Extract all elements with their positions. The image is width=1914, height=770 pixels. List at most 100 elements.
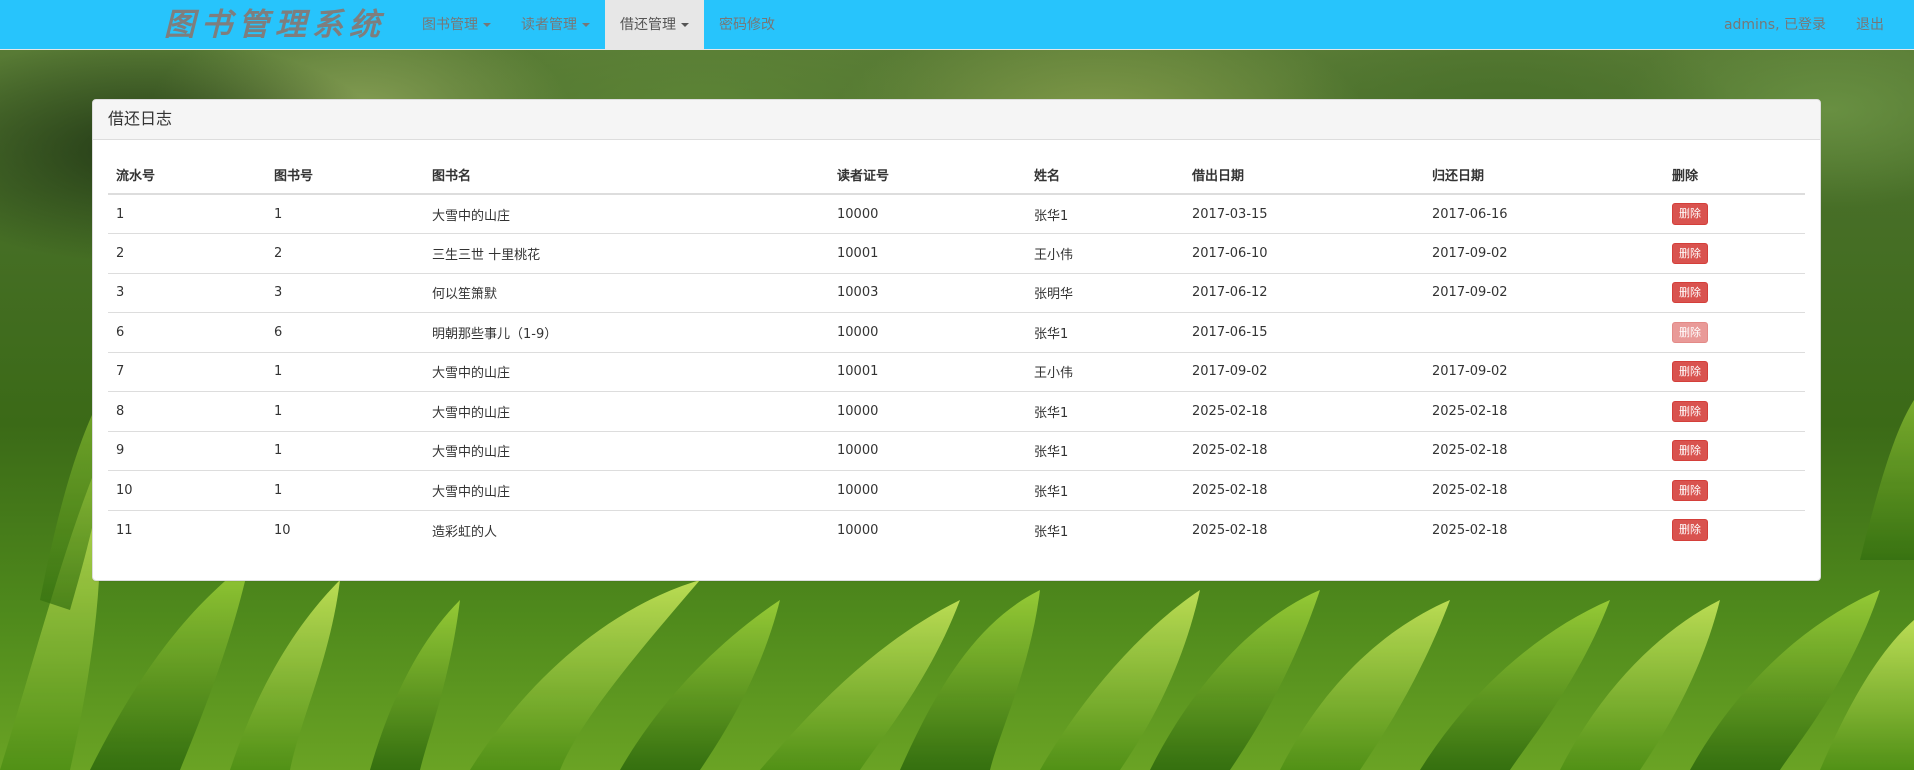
- book-name-cell: 明朝那些事儿（1-9）: [424, 312, 829, 353]
- delete-button[interactable]: 删除: [1672, 242, 1708, 264]
- serial-cell: 3: [108, 273, 266, 313]
- logout-link[interactable]: 退出: [1841, 0, 1899, 50]
- delete-cell: 删除: [1664, 391, 1805, 432]
- reader-name-cell: 张华1: [1026, 391, 1184, 432]
- table-row: 9 1 大雪中的山庄 10000 张华1 2025-02-18 2025-02-18 删除: [108, 431, 1805, 471]
- reader-name-cell: 张华1: [1026, 431, 1184, 471]
- table-row: 6 6 明朝那些事儿（1-9） 10000 张华1 2017-06-15 删除: [108, 312, 1805, 353]
- return-date-cell: 2025-02-18: [1424, 391, 1664, 432]
- book-id-cell: 3: [266, 273, 424, 313]
- table-row: 10 1 大雪中的山庄 10000 张华1 2025-02-18 2025-02-18 删除: [108, 470, 1805, 511]
- lend-date-cell: 2017-06-10: [1184, 233, 1424, 274]
- reader-id-cell: 10003: [829, 273, 1026, 313]
- book-id-cell: 1: [266, 431, 424, 471]
- column-header: 图书号: [266, 155, 424, 195]
- return-date-cell: 2017-09-02: [1424, 233, 1664, 274]
- serial-cell: 8: [108, 391, 266, 432]
- serial-cell: 9: [108, 431, 266, 471]
- column-header: 图书名: [424, 155, 829, 195]
- delete-button[interactable]: 删除: [1672, 282, 1708, 304]
- caret-down-icon: [483, 23, 491, 27]
- return-date-cell: 2017-06-16: [1424, 194, 1664, 234]
- reader-id-cell: 10000: [829, 391, 1026, 432]
- book-id-cell: 10: [274, 522, 291, 538]
- book-id-cell: 2: [266, 233, 424, 274]
- book-id-cell: 1: [266, 391, 424, 432]
- book-id-cell: 6: [266, 312, 424, 353]
- menu-book-management[interactable]: 图书管理: [407, 0, 506, 50]
- book-name-cell: 大雪中的山庄: [424, 391, 829, 432]
- reader-id-cell: 10001: [829, 352, 1026, 392]
- serial-cell: 2: [108, 233, 266, 274]
- delete-button[interactable]: 删除: [1672, 519, 1708, 541]
- caret-down-icon: [582, 23, 590, 27]
- delete-cell: 删除: [1664, 273, 1805, 313]
- serial-cell: 6: [108, 312, 266, 353]
- panel-title: 借还日志: [93, 100, 1820, 140]
- book-name-cell: 大雪中的山庄: [424, 194, 829, 234]
- book-id-cell: 1: [266, 352, 424, 392]
- book-name-cell: 造彩虹的人: [432, 524, 498, 540]
- column-header: 借出日期: [1184, 155, 1424, 195]
- return-date-cell: 2025-02-18: [1432, 522, 1508, 538]
- menu-label: 读者管理: [521, 17, 577, 33]
- serial-cell: 10: [108, 470, 266, 511]
- delete-button[interactable]: 删除: [1672, 400, 1708, 422]
- delete-cell: 删除: [1664, 510, 1805, 550]
- book-name-cell: 大雪中的山庄: [424, 470, 829, 511]
- reader-id-cell: 10000: [829, 431, 1026, 471]
- main-menu: 图书管理 读者管理 借还管理 密码修改: [407, 0, 790, 50]
- lend-date-cell: 2017-06-15: [1184, 312, 1424, 353]
- lend-log-panel: 借还日志 流水号 图书号 图书名 读者证号 姓名 借出日期 归还日期 删除 11…: [92, 99, 1821, 581]
- table-row: 1 1 大雪中的山庄 10000 张华1 2017-03-15 2017-06-16 删除: [108, 194, 1805, 234]
- menu-reader-management[interactable]: 读者管理: [506, 0, 605, 50]
- book-id-cell: 1: [266, 194, 424, 234]
- return-date-cell: 2025-02-18: [1424, 431, 1664, 471]
- reader-id-cell: 10001: [829, 233, 1026, 274]
- column-header: 流水号: [108, 155, 266, 195]
- delete-button[interactable]: 删除: [1672, 479, 1708, 501]
- column-header: 姓名: [1026, 155, 1184, 195]
- reader-name-cell: 张明华: [1026, 273, 1184, 313]
- delete-cell: 删除: [1664, 233, 1805, 274]
- menu-label: 密码修改: [719, 17, 775, 33]
- menu-lend-return-management[interactable]: 借还管理: [605, 0, 704, 50]
- lend-date-cell: 2025-02-18: [1192, 522, 1268, 538]
- table-row: 2 2 三生三世 十里桃花 10001 王小伟 2017-06-10 2017-09-02 删…: [108, 233, 1805, 274]
- menu-password-change[interactable]: 密码修改: [704, 0, 790, 50]
- lend-date-cell: 2017-09-02: [1184, 352, 1424, 392]
- serial-cell: 7: [108, 352, 266, 392]
- serial-cell: 11: [116, 522, 133, 538]
- book-name-cell: 大雪中的山庄: [424, 352, 829, 392]
- lend-date-cell: 2025-02-18: [1184, 431, 1424, 471]
- delete-cell: 删除: [1664, 312, 1805, 353]
- delete-button[interactable]: 删除: [1672, 440, 1708, 462]
- reader-id-cell: 10000: [837, 522, 879, 538]
- reader-id-cell: 10000: [829, 470, 1026, 511]
- table-row: 11 10 造彩虹的人 10000 张华1 2025-02-18 2025-02-18 删除: [108, 510, 1805, 550]
- delete-cell: 删除: [1664, 352, 1805, 392]
- table-body: 1 1 大雪中的山庄 10000 张华1 2017-03-15 2017-06-16 删除 2 2…: [108, 194, 1805, 550]
- reader-name-cell: 张华1: [1026, 470, 1184, 511]
- brand-logo[interactable]: 图书管理系统: [164, 5, 386, 45]
- reader-name-cell: 王小伟: [1026, 233, 1184, 274]
- column-header: 归还日期: [1424, 155, 1664, 195]
- reader-name-cell: 王小伟: [1026, 352, 1184, 392]
- return-date-cell: [1424, 312, 1664, 353]
- menu-label: 借还管理: [620, 17, 676, 33]
- delete-button[interactable]: 删除: [1672, 321, 1708, 343]
- lend-log-table: 流水号 图书号 图书名 读者证号 姓名 借出日期 归还日期 删除 1 1 大雪中的山…: [108, 155, 1805, 550]
- user-status-link[interactable]: admins, 已登录: [1709, 0, 1841, 50]
- book-id-cell: 1: [266, 470, 424, 511]
- delete-cell: 删除: [1664, 470, 1805, 511]
- reader-name-cell: 张华1: [1034, 524, 1069, 540]
- table-header-row: 流水号 图书号 图书名 读者证号 姓名 借出日期 归还日期 删除: [108, 155, 1805, 195]
- return-date-cell: 2017-09-02: [1424, 273, 1664, 313]
- menu-label: 图书管理: [422, 17, 478, 33]
- table-row: 7 1 大雪中的山庄 10001 王小伟 2017-09-02 2017-09-02 删除: [108, 352, 1805, 392]
- delete-button[interactable]: 删除: [1672, 361, 1708, 383]
- delete-button[interactable]: 删除: [1672, 203, 1708, 225]
- delete-cell: 删除: [1664, 194, 1805, 234]
- top-navbar: 图书管理系统 图书管理 读者管理 借还管理 密码修改 admins, 已登录 退…: [0, 0, 1914, 50]
- book-name-cell: 何以笙箫默: [424, 273, 829, 313]
